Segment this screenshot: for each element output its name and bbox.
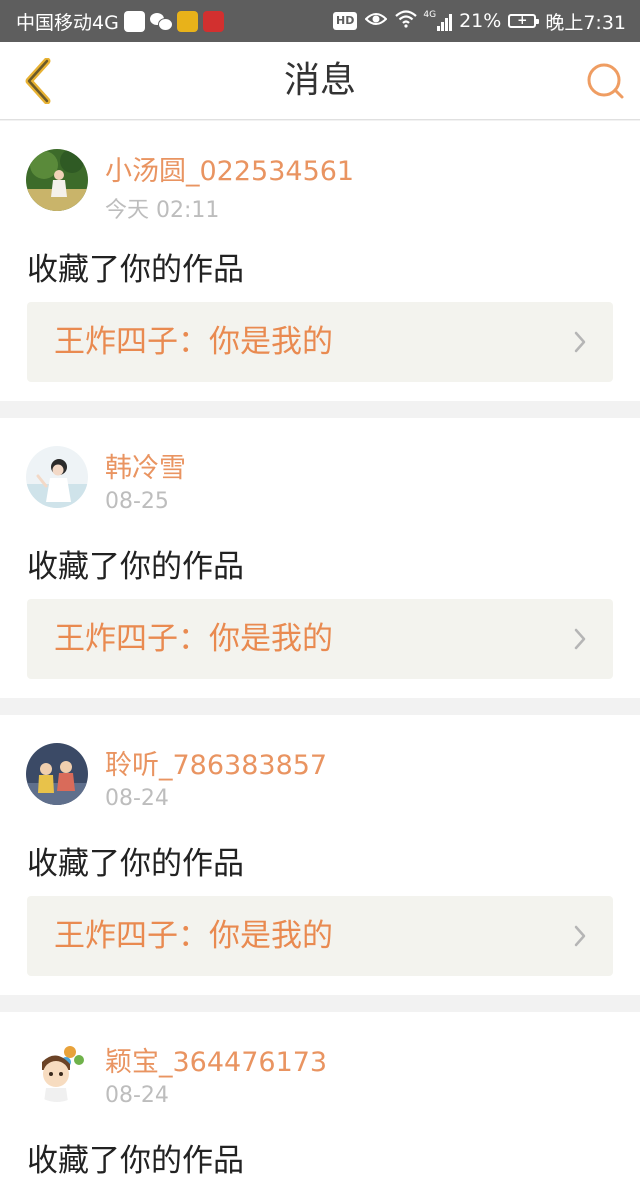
carrier-label: 中国移动4G: [16, 11, 119, 34]
wechat-icon: [149, 12, 173, 31]
chevron-left-icon: [25, 58, 51, 104]
work-title: 王炸四子：你是我的: [54, 621, 333, 657]
message-action: 收藏了你的作品: [27, 549, 244, 585]
message-card: 小汤圆_022534561 今天 02:11 收藏了你的作品 王炸四子：你是我的: [0, 121, 640, 401]
work-link[interactable]: 王炸四子：你是我的: [27, 896, 613, 976]
message-time: 08-24: [105, 786, 169, 811]
message-card: 颖宝_364476173 08-24 收藏了你的作品: [0, 1012, 640, 1182]
chevron-right-icon: [574, 628, 586, 650]
eye-icon: [364, 10, 388, 32]
message-card: 韩冷雪 08-25 收藏了你的作品 王炸四子：你是我的: [0, 418, 640, 698]
status-bar-left: 中国移动4G: [16, 0, 224, 42]
work-title: 王炸四子：你是我的: [54, 918, 333, 954]
battery-icon: +: [508, 13, 540, 28]
message-time: 08-25: [105, 489, 169, 514]
message-time: 今天 02:11: [105, 198, 220, 223]
message-action: 收藏了你的作品: [27, 1143, 244, 1179]
username[interactable]: 颖宝_364476173: [105, 1040, 327, 1079]
search-icon: [587, 63, 624, 99]
message-action: 收藏了你的作品: [27, 252, 244, 288]
work-title: 王炸四子：你是我的: [54, 324, 333, 360]
search-button[interactable]: [582, 58, 628, 104]
avatar[interactable]: [26, 149, 88, 211]
username[interactable]: 聆听_786383857: [105, 743, 327, 782]
browser-app-icon: [123, 10, 145, 32]
status-bar: 中国移动4G HD 4G 21% + 晚上7:31: [0, 0, 640, 42]
status-bar-right: HD 4G 21% + 晚上7:31: [333, 0, 626, 42]
app-notification-icon-2: [202, 10, 224, 32]
back-button[interactable]: [14, 56, 62, 106]
battery-percent: 21%: [459, 10, 502, 32]
work-link[interactable]: 王炸四子：你是我的: [27, 302, 613, 382]
clock: 晚上7:31: [545, 11, 626, 34]
wifi-icon: [395, 9, 418, 33]
avatar[interactable]: [26, 1040, 88, 1102]
message-action: 收藏了你的作品: [27, 846, 244, 882]
page-title: 消息: [283, 60, 356, 101]
messages-screen: 中国移动4G HD 4G 21% + 晚上7:31 消息 小汤圆_0225345…: [0, 0, 640, 1182]
message-time: 08-24: [105, 1083, 169, 1108]
signal-icon: [437, 11, 453, 31]
avatar[interactable]: [26, 446, 88, 508]
message-card: 聆听_786383857 08-24 收藏了你的作品 王炸四子：你是我的: [0, 715, 640, 995]
app-notification-icon: [176, 10, 198, 32]
hd-badge: HD: [333, 12, 358, 30]
username[interactable]: 韩冷雪: [105, 446, 186, 485]
chevron-right-icon: [574, 331, 586, 353]
nav-bar: 消息: [0, 42, 640, 120]
work-link[interactable]: 王炸四子：你是我的: [27, 599, 613, 679]
chevron-right-icon: [574, 925, 586, 947]
network-type-label: 4G: [423, 10, 437, 20]
avatar[interactable]: [26, 743, 88, 805]
username[interactable]: 小汤圆_022534561: [105, 149, 354, 188]
